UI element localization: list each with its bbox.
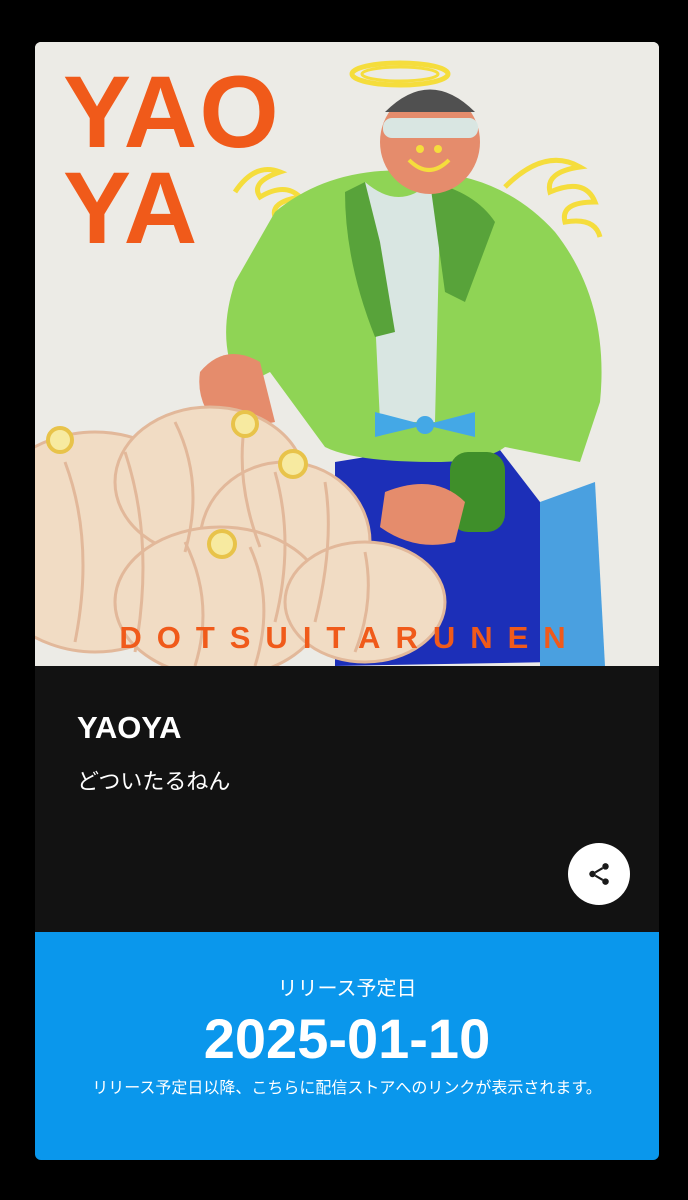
- artist-name[interactable]: どついたるねん: [77, 764, 230, 796]
- album-title: YAOYA: [77, 710, 182, 745]
- cover-artist-text: DOTSUITARUNEN: [119, 620, 581, 655]
- release-card: YAO YA DOTSUITARUNEN YAOYA どついたるねん リリース予…: [35, 42, 659, 1160]
- release-date-label: リリース予定日: [277, 976, 417, 1000]
- release-date: 2025-01-10: [203, 1007, 491, 1070]
- album-cover: YAO YA DOTSUITARUNEN: [35, 42, 659, 666]
- cover-title: YAO YA: [63, 55, 281, 265]
- album-info: YAOYA どついたるねん: [35, 666, 659, 932]
- share-button[interactable]: [568, 843, 630, 905]
- release-panel: リリース予定日 2025-01-10 リリース予定日以降、こちらに配信ストアへの…: [35, 932, 659, 1160]
- release-note: リリース予定日以降、こちらに配信ストアへのリンクが表示されます。: [92, 1078, 602, 1097]
- share-icon: [589, 863, 609, 885]
